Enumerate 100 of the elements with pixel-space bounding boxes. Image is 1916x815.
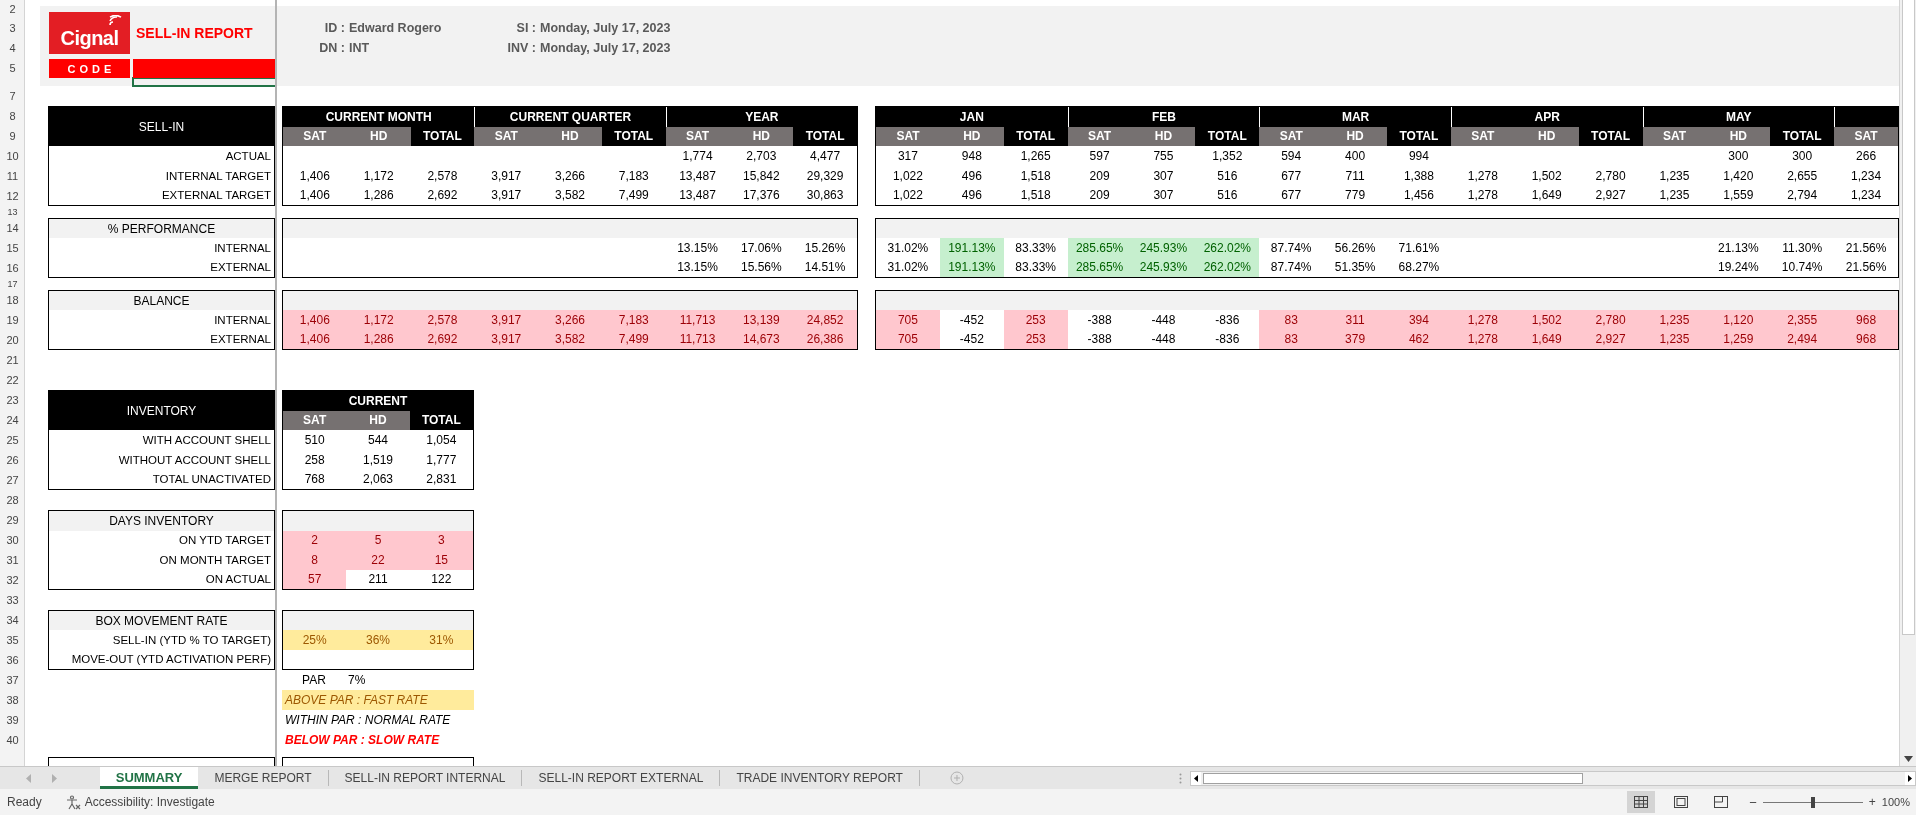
horizontal-scrollbar[interactable] — [1189, 770, 1916, 786]
row-number[interactable]: 18 — [0, 290, 25, 310]
table-cell: 968 — [1834, 310, 1898, 330]
scrollbar-thumb[interactable] — [1901, 0, 1915, 635]
code-field[interactable] — [133, 59, 275, 78]
sheet-tab[interactable]: SELL-IN REPORT EXTERNAL — [522, 770, 721, 786]
table-cell: 705 — [876, 329, 940, 349]
table-cell-text: 3,917 — [490, 187, 523, 205]
view-button[interactable] — [1627, 791, 1656, 813]
table-cell: 1,259 — [1706, 329, 1771, 349]
table-cell-text: 2,703 — [745, 148, 778, 165]
row-number[interactable]: 33 — [0, 590, 25, 610]
table-cell: 253 — [1003, 310, 1068, 330]
row-number[interactable]: 39 — [0, 710, 25, 730]
row-number[interactable]: 8 — [0, 106, 25, 126]
table-cell-text: 1,235 — [1658, 187, 1691, 205]
row-number[interactable]: 3 — [0, 18, 25, 38]
table-cell-text: 1,406 — [298, 167, 331, 185]
table-cell: 1,406 — [283, 329, 347, 349]
table-cell-text: 400 — [1344, 148, 1367, 165]
row-number[interactable]: 24 — [0, 410, 25, 430]
row-number[interactable]: 25 — [0, 430, 25, 450]
accessibility-status[interactable]: Accessibility: Investigate — [84, 795, 215, 809]
table-cell-text: 307 — [1152, 167, 1175, 185]
column-header: TOTAL — [793, 126, 857, 147]
field-label: INV : — [507, 41, 536, 55]
row-number[interactable]: 14 — [0, 218, 25, 238]
row-number[interactable]: 2 — [0, 0, 25, 18]
row-number[interactable]: 23 — [0, 390, 25, 410]
row-number[interactable]: 20 — [0, 330, 25, 350]
table-cell-text: 1,022 — [891, 187, 924, 205]
page-break-icon — [1713, 795, 1730, 809]
row-number[interactable]: 16 — [0, 258, 25, 278]
sheet-tab[interactable]: SUMMARY — [99, 767, 199, 789]
row-number[interactable]: 28 — [0, 490, 25, 510]
sheet-tab[interactable]: SELL-IN REPORT INTERNAL — [328, 770, 523, 786]
table-cell-text: 1,278 — [1466, 187, 1499, 205]
column-header: TOTAL — [1770, 126, 1835, 147]
row-number[interactable]: 31 — [0, 550, 25, 570]
table-cell: 1,235 — [1642, 310, 1707, 330]
table-cell: 14,673 — [729, 329, 794, 349]
section-title: % PERFORMANCE — [49, 219, 274, 239]
row-number[interactable]: 21 — [0, 350, 25, 370]
legend-text: WITHIN PAR : NORMAL RATE — [284, 712, 452, 729]
row-number[interactable]: 5 — [0, 58, 25, 78]
row-number[interactable]: 9 — [0, 126, 25, 146]
code-label: CODE — [49, 59, 130, 78]
row-number[interactable]: 7 — [0, 86, 25, 106]
row-number[interactable]: 34 — [0, 610, 25, 630]
row-number[interactable]: 17 — [0, 278, 25, 290]
row-number[interactable]: 22 — [0, 370, 25, 390]
scroll-right-icon[interactable] — [1905, 771, 1915, 785]
zoom-level[interactable]: 100% — [1881, 796, 1910, 808]
row-number[interactable]: 12 — [0, 186, 25, 206]
table-cell-text: 83.33% — [1014, 259, 1058, 277]
table-cell-text: 1,172 — [362, 167, 395, 185]
table-cell-text: 510 — [303, 432, 326, 449]
row-number[interactable]: 35 — [0, 630, 25, 650]
vertical-scrollbar[interactable] — [1899, 0, 1916, 766]
row-number[interactable]: 4 — [0, 38, 25, 58]
table-cell: 2 — [283, 530, 347, 550]
table-cell-text: 1,235 — [1658, 167, 1691, 185]
table-cell: 15 — [409, 550, 473, 570]
row-number[interactable]: 36 — [0, 650, 25, 670]
more-icon[interactable] — [1178, 772, 1182, 784]
row-number[interactable]: 37 — [0, 670, 25, 690]
zoom-in-button[interactable]: + — [1868, 795, 1876, 809]
row-number[interactable]: 38 — [0, 690, 25, 710]
scroll-down-icon[interactable] — [1903, 756, 1913, 762]
sheet-tab[interactable]: TRADE INVENTORY REPORT — [720, 770, 920, 786]
row-number[interactable]: 10 — [0, 146, 25, 166]
add-sheet-icon[interactable] — [949, 771, 964, 785]
table-cell-text: 21.56% — [1844, 259, 1888, 277]
scrollbar-thumb[interactable] — [1202, 772, 1583, 784]
column-header: HD — [729, 126, 794, 147]
table-cell-text: 13,487 — [678, 187, 717, 205]
table-cell-text: 516 — [1216, 167, 1239, 185]
row-number[interactable]: 11 — [0, 166, 25, 186]
row-number[interactable]: 29 — [0, 510, 25, 530]
row-number[interactable]: 30 — [0, 530, 25, 550]
sheet-tab[interactable]: MERGE REPORT — [198, 770, 329, 786]
row-number[interactable]: 15 — [0, 238, 25, 258]
table-cell: 262.02% — [1195, 238, 1260, 258]
section-title: BOX MOVEMENT RATE — [49, 611, 274, 631]
table-cell-text: 1,518 — [1019, 167, 1052, 185]
table-cell-text: 3,266 — [553, 167, 586, 185]
row-number[interactable]: 19 — [0, 310, 25, 330]
row-number[interactable]: 32 — [0, 570, 25, 590]
row-number[interactable]: 26 — [0, 450, 25, 470]
table-cell-text: 2,831 — [425, 471, 458, 489]
table-cell-text: 948 — [960, 148, 983, 165]
scroll-left-icon[interactable] — [1190, 771, 1201, 785]
column-header: TOTAL — [1195, 126, 1260, 147]
table-cell-text: 2,780 — [1594, 167, 1627, 185]
row-number[interactable]: 27 — [0, 470, 25, 490]
slider-thumb[interactable] — [1810, 796, 1815, 808]
row-number[interactable]: 40 — [0, 730, 25, 750]
zoom-out-button[interactable]: − — [1749, 794, 1757, 810]
row-number[interactable]: 13 — [0, 206, 25, 218]
column-header: SAT — [876, 126, 940, 147]
